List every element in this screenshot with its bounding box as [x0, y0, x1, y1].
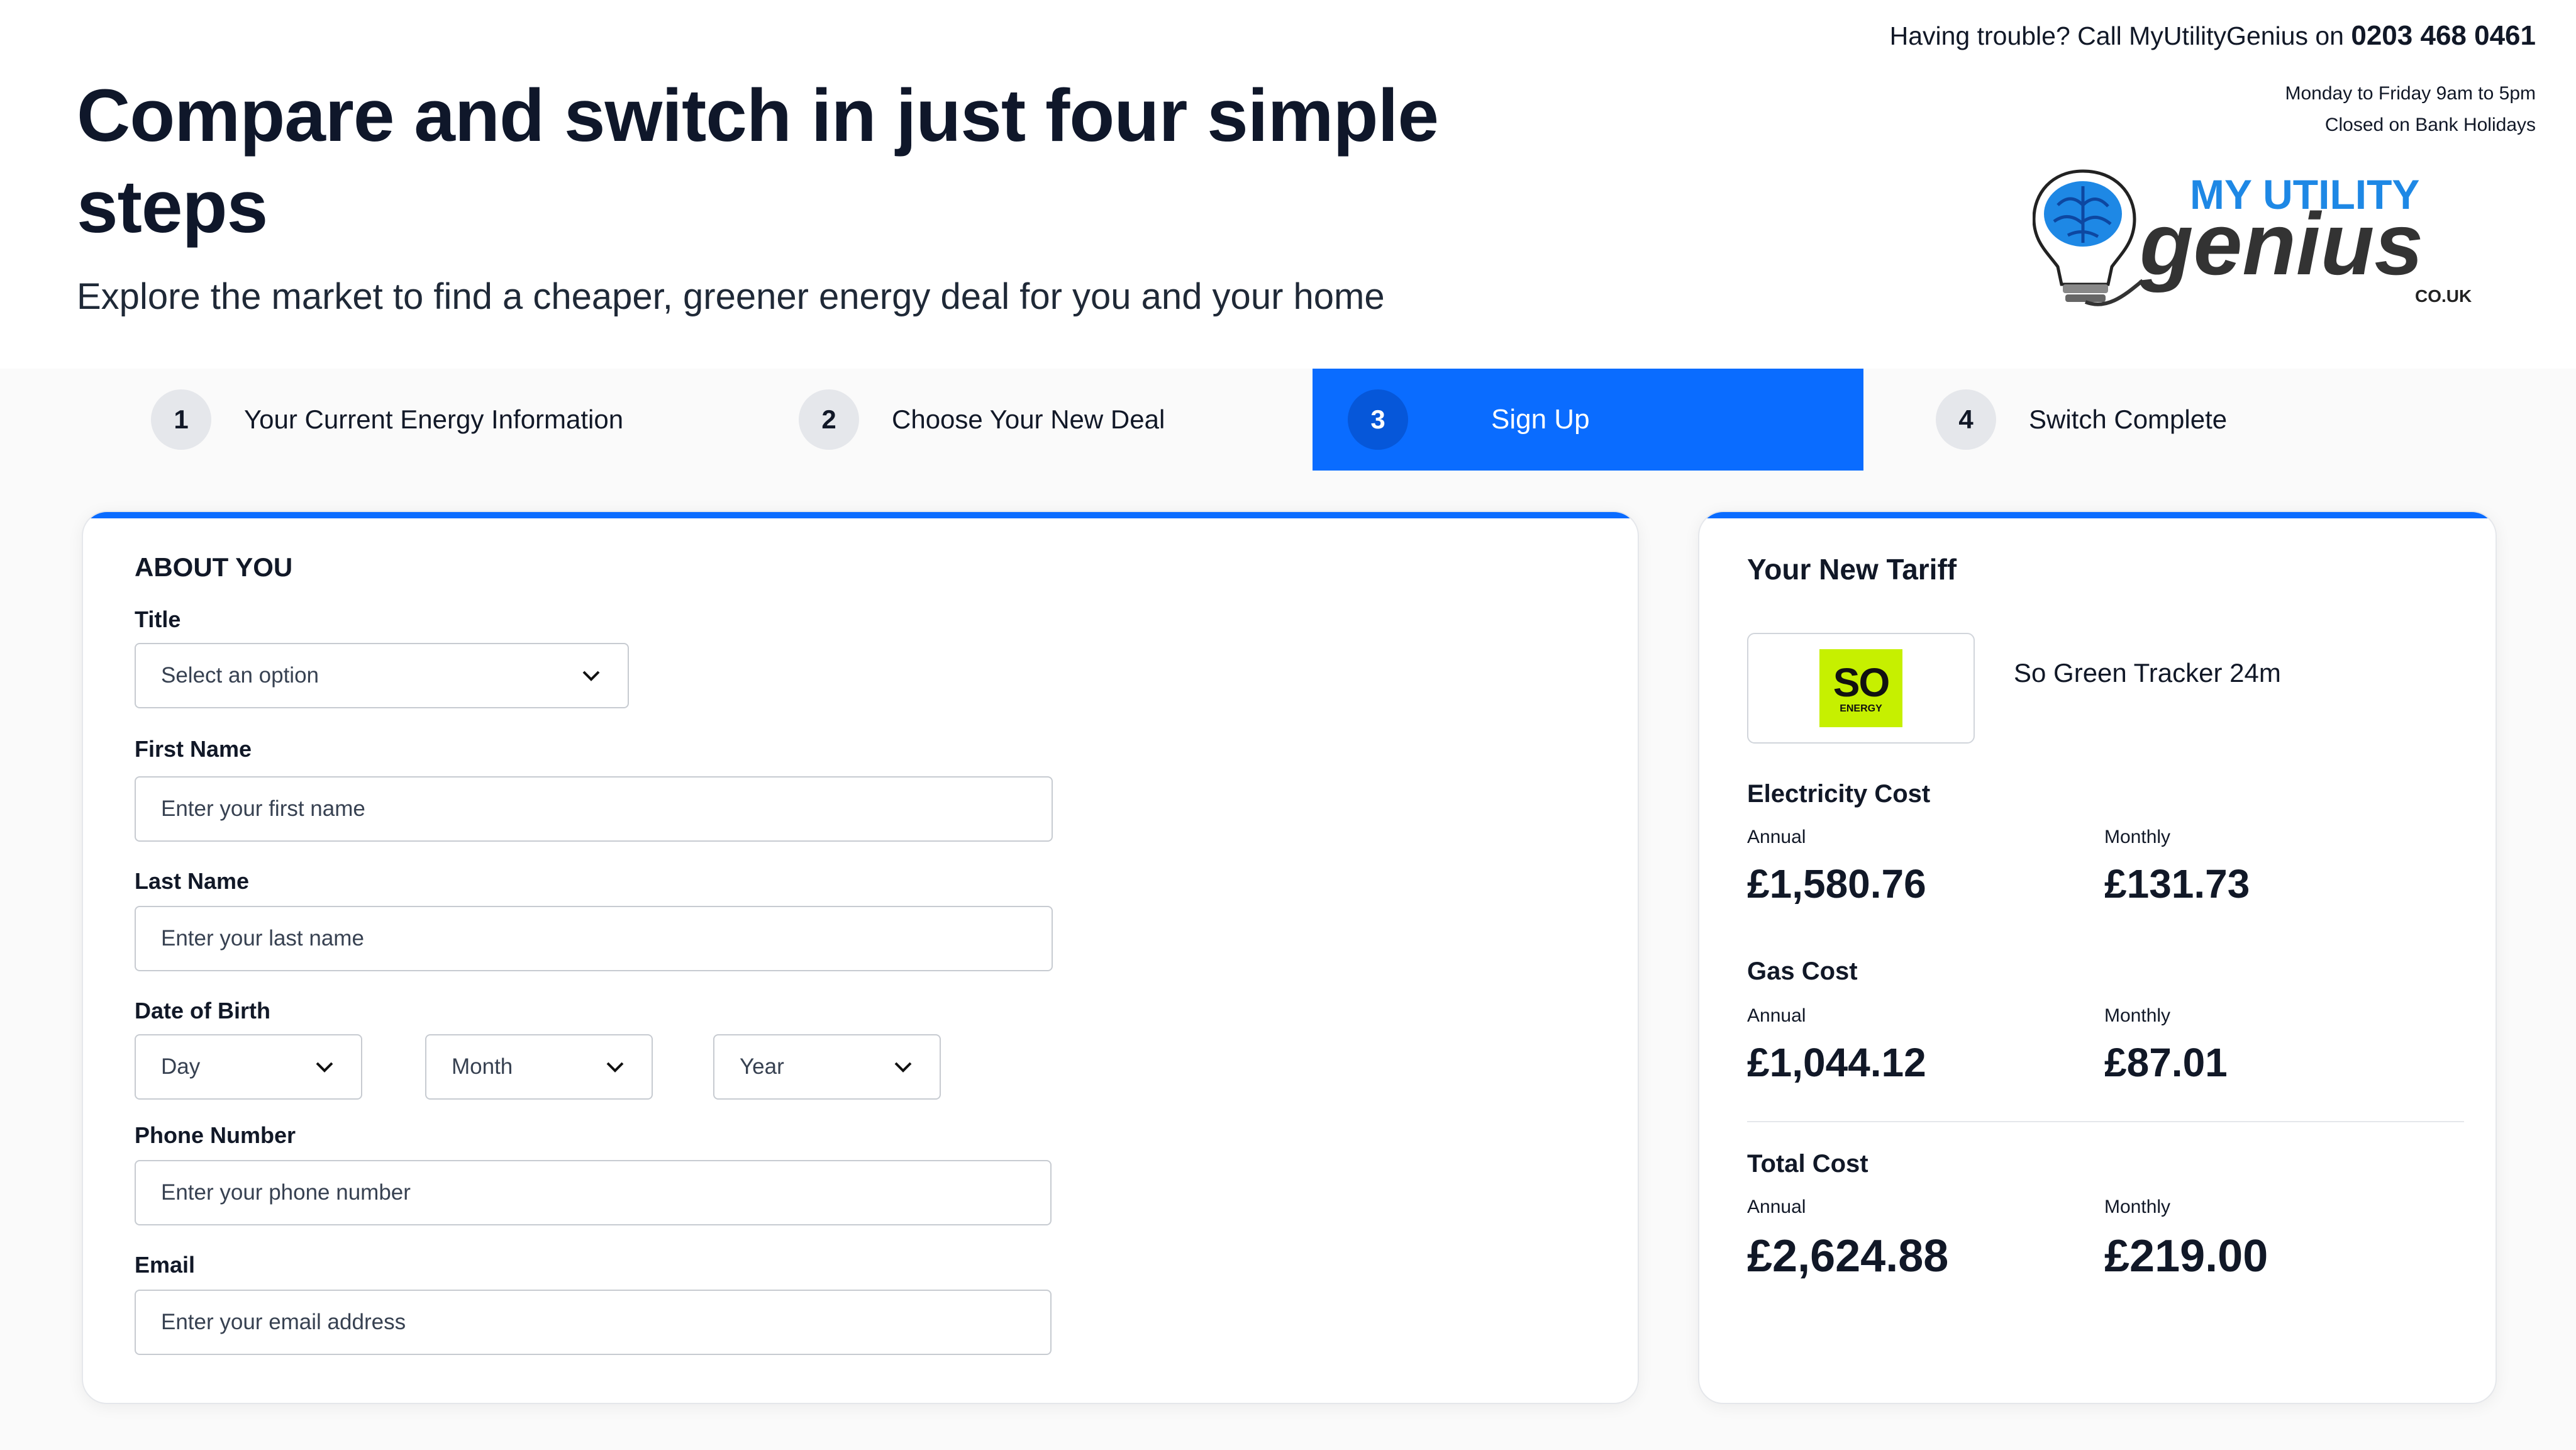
so-energy-logo-text: SO	[1833, 660, 1890, 705]
gas-cost-title: Gas Cost	[1747, 957, 1858, 985]
card-accent-bar	[1699, 512, 2496, 518]
step-3-label: Sign Up	[1491, 404, 1590, 435]
step-3-number: 3	[1348, 389, 1408, 450]
phone-label: Phone Number	[135, 1122, 296, 1148]
opening-hours: Monday to Friday 9am to 5pm Closed on Ba…	[2285, 78, 2536, 141]
electricity-cost-title: Electricity Cost	[1747, 780, 1931, 808]
contact-line: Having trouble? Call MyUtilityGenius on …	[1890, 20, 2536, 52]
opening-hours-weekdays: Monday to Friday 9am to 5pm	[2285, 83, 2536, 104]
step-2-number: 2	[799, 389, 859, 450]
dob-year-value: Year	[740, 1054, 784, 1079]
dob-year-select[interactable]: Year	[713, 1034, 941, 1100]
logo-text-domain: CO.UK	[2415, 286, 2472, 306]
first-name-field[interactable]	[135, 776, 1053, 842]
electricity-annual-value: £1,580.76	[1747, 861, 1926, 906]
gas-monthly-label: Monthly	[2104, 1005, 2171, 1026]
total-annual-label: Annual	[1747, 1196, 1806, 1217]
progress-steps: 1 Your Current Energy Information 2 Choo…	[0, 369, 2576, 471]
new-tariff-card: Your New Tariff SO ENERGY So Green Track…	[1698, 511, 2497, 1404]
cost-divider	[1747, 1121, 2464, 1122]
dob-month-value: Month	[452, 1054, 513, 1079]
last-name-label: Last Name	[135, 868, 250, 894]
email-field[interactable]	[135, 1290, 1052, 1355]
page-title: Compare and switch in just four simple s…	[77, 74, 1439, 248]
so-energy-logo: SO ENERGY	[1819, 649, 1902, 727]
tariff-name: So Green Tracker 24m	[2014, 658, 2281, 688]
last-name-input[interactable]	[161, 907, 1026, 970]
total-monthly-value: £219.00	[2104, 1231, 2268, 1281]
gas-monthly-value: £87.01	[2104, 1040, 2228, 1085]
page-header: Compare and switch in just four simple s…	[0, 0, 2576, 369]
step-1-number: 1	[151, 389, 211, 450]
chevron-down-icon	[313, 1056, 336, 1078]
opening-hours-holidays: Closed on Bank Holidays	[2324, 114, 2536, 135]
contact-text: Having trouble? Call MyUtilityGenius on	[1889, 21, 2351, 50]
step-3-active[interactable]: 3 Sign Up	[1313, 369, 1863, 471]
phone-input[interactable]	[161, 1161, 1025, 1224]
step-1-label: Your Current Energy Information	[244, 404, 624, 434]
first-name-label: First Name	[135, 736, 252, 762]
title-select-value: Select an option	[161, 663, 319, 688]
step-1[interactable]: 1 Your Current Energy Information	[151, 369, 623, 471]
gas-annual-label: Annual	[1747, 1005, 1806, 1026]
step-2[interactable]: 2 Choose Your New Deal	[799, 369, 1165, 471]
chevron-down-icon	[604, 1056, 626, 1078]
title-label: Title	[135, 606, 181, 632]
so-energy-logo-subtext: ENERGY	[1840, 703, 1882, 714]
dob-day-select[interactable]: Day	[135, 1034, 362, 1100]
gas-annual-value: £1,044.12	[1747, 1040, 1926, 1085]
email-input[interactable]	[161, 1291, 1025, 1354]
tariff-card-title: Your New Tariff	[1747, 553, 1957, 586]
lightbulb-brain-icon: MY UTILITY genius CO.UK	[2032, 169, 2472, 306]
total-cost-title: Total Cost	[1747, 1150, 1868, 1178]
chevron-down-icon	[892, 1056, 914, 1078]
step-4[interactable]: 4 Switch Complete	[1936, 369, 2227, 471]
site-logo[interactable]: MY UTILITY genius CO.UK	[2032, 161, 2517, 312]
chevron-down-icon	[580, 664, 602, 687]
logo-text-main: genius	[2139, 194, 2423, 293]
step-4-label: Switch Complete	[2029, 404, 2228, 434]
contact-phone-link[interactable]: 0203 468 0461	[2351, 20, 2536, 51]
dob-day-value: Day	[161, 1054, 201, 1079]
step-2-label: Choose Your New Deal	[892, 404, 1165, 434]
form-section-title: ABOUT YOU	[135, 552, 293, 582]
supplier-logo-box: SO ENERGY	[1747, 633, 1975, 744]
title-select[interactable]: Select an option	[135, 643, 629, 708]
phone-field[interactable]	[135, 1160, 1052, 1225]
page-subtitle: Explore the market to find a cheaper, gr…	[77, 276, 1385, 317]
card-accent-bar	[83, 512, 1638, 518]
first-name-input[interactable]	[161, 778, 1026, 840]
about-you-form: ABOUT YOU Title Select an option First N…	[82, 511, 1639, 1404]
electricity-monthly-label: Monthly	[2104, 827, 2171, 847]
step-4-number: 4	[1936, 389, 1996, 450]
electricity-annual-label: Annual	[1747, 827, 1806, 847]
total-monthly-label: Monthly	[2104, 1196, 2171, 1217]
total-annual-value: £2,624.88	[1747, 1231, 1949, 1281]
last-name-field[interactable]	[135, 906, 1053, 971]
dob-label: Date of Birth	[135, 998, 270, 1023]
email-label: Email	[135, 1252, 196, 1278]
dob-month-select[interactable]: Month	[425, 1034, 653, 1100]
electricity-monthly-value: £131.73	[2104, 861, 2250, 906]
